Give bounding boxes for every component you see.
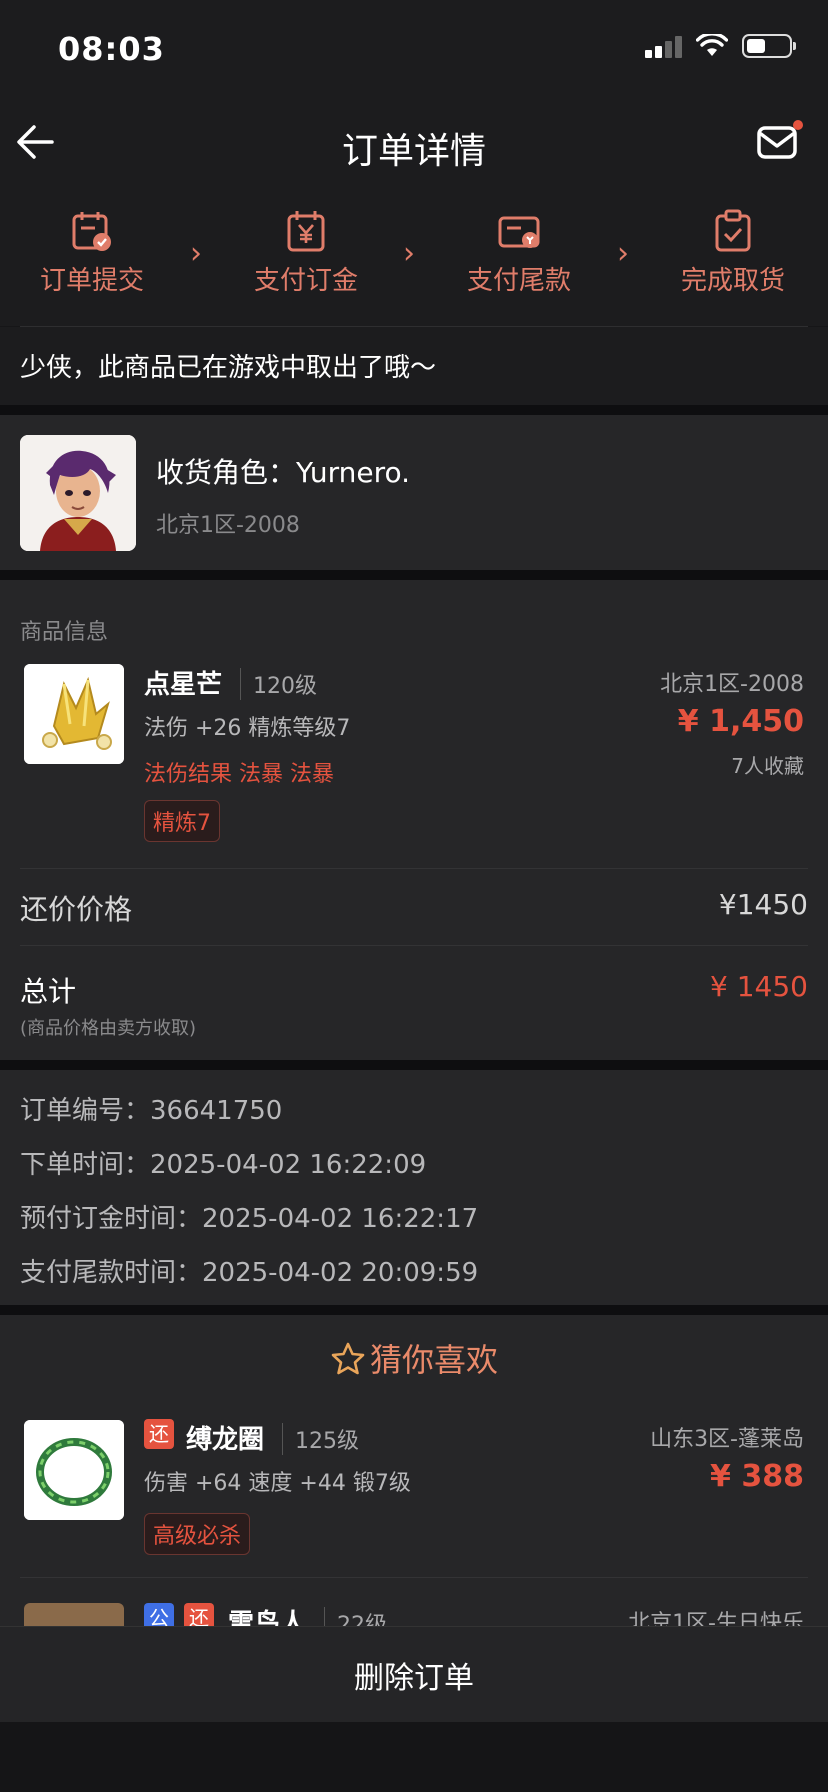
character-portrait-icon (20, 435, 136, 551)
step-label: 订单提交 (39, 266, 144, 296)
order-number-value: 36641750 (150, 1096, 283, 1126)
info-value: 2025-04-02 16:22:09 (150, 1150, 427, 1180)
nav-bar: 订单详情 (0, 96, 828, 196)
divider (20, 945, 808, 946)
status-bar: 08:03 (0, 0, 828, 96)
step-label: 支付订金 (253, 266, 358, 296)
home-indicator-area (0, 1722, 828, 1792)
step-label: 完成取货 (680, 266, 785, 296)
return-badge: 还 (144, 1419, 174, 1449)
recommend-item-server: 山东3区-蓬莱岛 (650, 1427, 804, 1452)
status-icons (645, 34, 796, 58)
recommend-title: 猜你喜欢 (0, 1335, 828, 1381)
recommend-item-price: ¥ 388 (710, 1459, 804, 1494)
item-server: 北京1区-2008 (660, 672, 804, 697)
goods-info-card: 商品信息 点星芒 120级 法伤 +26 精炼等级7 法伤结果 法暴 法暴 精炼… (0, 580, 828, 1060)
section-gap (0, 570, 828, 580)
divider (20, 868, 808, 869)
info-value: 2025-04-02 16:22:17 (202, 1204, 479, 1234)
total-note: (商品价格由卖方收取) (20, 1018, 197, 1039)
total-label: 总计 (20, 975, 77, 1008)
section-gap (0, 405, 828, 415)
balance-paid-time: 支付尾款时间：2025-04-02 20:09:59 (20, 1252, 478, 1289)
item-effects: 法伤结果 法暴 法暴 (144, 762, 334, 787)
status-time: 08:03 (58, 30, 165, 68)
order-number-label: 订单编号： (20, 1096, 151, 1126)
recommend-item-level: 22级 (324, 1607, 387, 1626)
step-label: 支付尾款 (466, 266, 571, 296)
recommend-title-text: 猜你喜欢 (369, 1341, 498, 1379)
recommend-item-stats: 伤害 +64 速度 +44 锻7级 (144, 1471, 411, 1496)
chevron-right-icon: › (403, 236, 415, 271)
item-image[interactable] (24, 664, 124, 764)
order-number: 订单编号：36641750 (20, 1090, 282, 1127)
jade-ring-icon (24, 1420, 124, 1520)
page-title: 订单详情 (341, 131, 486, 172)
card-payment-icon (498, 216, 540, 248)
item-tag: 精炼7 (144, 800, 220, 842)
info-label: 预付订金时间： (20, 1204, 203, 1234)
role-server: 北京1区-2008 (156, 513, 300, 538)
battery-icon (742, 34, 796, 58)
info-label: 下单时间： (20, 1150, 151, 1180)
recommend-item-server: 北京1区-生日快乐 (628, 1611, 804, 1626)
counter-offer-label: 还价价格 (20, 893, 133, 926)
gold-ornament-icon (24, 664, 124, 764)
recommend-item-level: 125级 (282, 1423, 359, 1455)
item-name: 点星芒 (144, 670, 223, 700)
item-level: 120级 (240, 668, 317, 700)
bottom-action-bar: 删除订单 (0, 1626, 828, 1722)
delete-order-button[interactable]: 删除订单 (0, 1653, 828, 1697)
yen-calendar-icon (287, 211, 325, 252)
public-badge: 公 (144, 1603, 174, 1626)
recommend-item-tag: 高级必杀 (144, 1513, 251, 1555)
chevron-right-icon: › (617, 236, 629, 271)
step-order-submit: 订单提交 (17, 208, 167, 297)
role-avatar (20, 435, 136, 551)
return-badge: 还 (184, 1603, 214, 1626)
step-pickup-complete: 完成取货 (658, 208, 808, 297)
recommend-item-name[interactable]: 雷鸟人 (228, 1603, 306, 1626)
item-stats: 法伤 +26 精炼等级7 (144, 716, 351, 741)
step-pay-balance: 支付尾款 (444, 208, 594, 297)
info-label: 支付尾款时间： (20, 1258, 203, 1288)
step-pay-deposit: 支付订金 (231, 208, 381, 297)
section-gap (0, 1305, 828, 1315)
total-value: ¥ 1450 (710, 970, 808, 1003)
receiver-role-card: 收货角色：Yurnero. 北京1区-2008 (0, 415, 828, 570)
recommend-item-image[interactable] (24, 1603, 124, 1626)
order-info-card: 订单编号：36641750 下单时间：2025-04-02 16:22:09 预… (0, 1070, 828, 1305)
recommend-section: 猜你喜欢 还 缚龙圈 125级 伤害 +64 速度 +44 锻7级 高级必杀 山… (0, 1315, 828, 1626)
recommend-item-name[interactable]: 缚龙圈 (186, 1419, 264, 1456)
role-label: 收货角色： (156, 456, 297, 489)
mail-icon[interactable] (750, 112, 810, 172)
role-name-line: 收货角色：Yurnero. (156, 451, 410, 491)
counter-offer-value: ¥1450 (718, 888, 808, 921)
section-title: 商品信息 (20, 620, 109, 645)
order-progress-steps: 订单提交 › 支付订金 › 支付尾款 › 完成取货 (0, 196, 828, 326)
calendar-check-icon (72, 212, 111, 251)
wifi-icon (696, 34, 728, 56)
cellular-signal-icon (645, 34, 682, 58)
recommend-item-image[interactable] (24, 1420, 124, 1520)
order-created-time: 下单时间：2025-04-02 16:22:09 (20, 1144, 426, 1181)
divider (20, 1577, 808, 1578)
item-price: ¥ 1,450 (677, 704, 804, 739)
pickup-notice: 少侠，此商品已在游戏中取出了哦～ (0, 327, 828, 405)
deposit-paid-time: 预付订金时间：2025-04-02 16:22:17 (20, 1198, 478, 1235)
role-name: Yurnero. (296, 456, 411, 489)
info-value: 2025-04-02 20:09:59 (202, 1258, 479, 1288)
item-favorites: 7人收藏 (731, 754, 804, 778)
chevron-right-icon: › (190, 236, 202, 271)
star-icon (331, 1342, 365, 1375)
section-gap (0, 1060, 828, 1070)
clipboard-check-icon (715, 209, 751, 252)
